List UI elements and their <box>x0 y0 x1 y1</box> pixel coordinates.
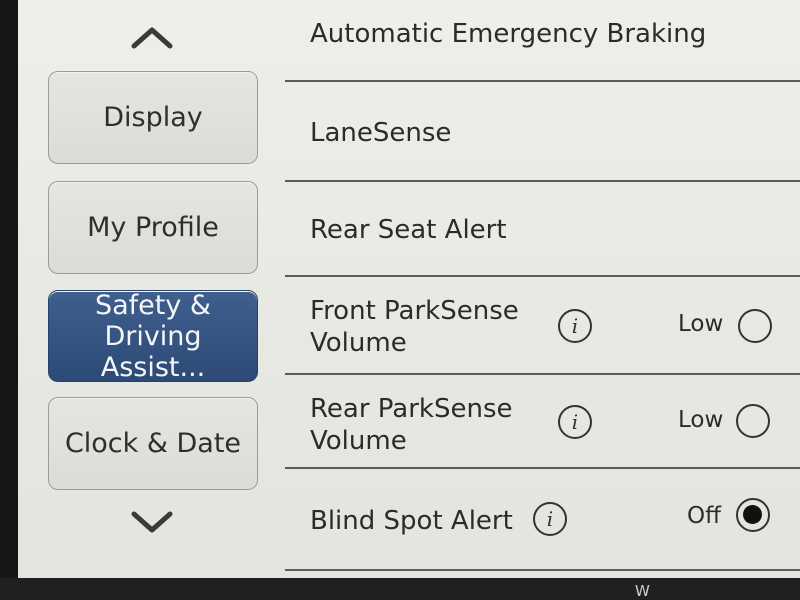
radio-button[interactable] <box>738 309 772 343</box>
setting-row-lanesense[interactable]: LaneSense <box>285 82 800 180</box>
chevron-down-icon <box>131 511 173 533</box>
setting-value: Low <box>678 311 724 337</box>
sidebar-item-clock-date[interactable]: Clock & Date <box>48 397 258 490</box>
setting-label: Rear ParkSense Volume <box>310 394 513 456</box>
setting-value: Low <box>678 407 724 433</box>
sidebar-item-my-profile[interactable]: My Profile <box>48 181 258 274</box>
info-icon[interactable]: i <box>533 502 567 536</box>
info-icon[interactable]: i <box>558 405 592 439</box>
scroll-up-button[interactable] <box>130 22 174 52</box>
screen-bezel <box>0 0 18 600</box>
info-icon[interactable]: i <box>558 309 592 343</box>
setting-value: Off <box>687 503 721 529</box>
sidebar-item-label: Clock & Date <box>64 428 242 459</box>
scroll-down-button[interactable] <box>130 508 174 538</box>
chevron-up-icon <box>131 27 173 49</box>
setting-row-rear-parksense-volume[interactable]: Rear ParkSense Volume i Low <box>285 375 800 467</box>
bottom-bar-glyph: W <box>635 582 650 600</box>
setting-row-blind-spot-alert[interactable]: Blind Spot Alert i Off <box>285 469 800 569</box>
settings-screen: Display My Profile Safety & Driving Assi… <box>0 0 800 580</box>
setting-label: Front ParkSense Volume <box>310 296 519 358</box>
row-divider <box>285 569 800 571</box>
setting-label: Blind Spot Alert <box>310 506 513 536</box>
radio-button-selected[interactable] <box>736 498 770 532</box>
setting-row-front-parksense-volume[interactable]: Front ParkSense Volume i Low <box>285 277 800 373</box>
setting-row-automatic-emergency-braking[interactable]: Automatic Emergency Braking <box>285 0 800 80</box>
setting-label: LaneSense <box>310 118 452 148</box>
setting-label: Rear Seat Alert <box>310 215 507 245</box>
setting-label: Automatic Emergency Braking <box>310 19 707 49</box>
sidebar-item-display[interactable]: Display <box>48 71 258 164</box>
sidebar-item-label: My Profile <box>87 212 219 243</box>
sidebar-item-label: Display <box>103 102 203 133</box>
setting-row-rear-seat-alert[interactable]: Rear Seat Alert <box>285 182 800 276</box>
radio-button[interactable] <box>736 404 770 438</box>
bottom-bezel <box>0 578 800 600</box>
sidebar-item-label: Safety & Driving Assist... <box>94 289 211 383</box>
sidebar-item-safety-driving-assist[interactable]: Safety & Driving Assist... <box>48 289 258 383</box>
